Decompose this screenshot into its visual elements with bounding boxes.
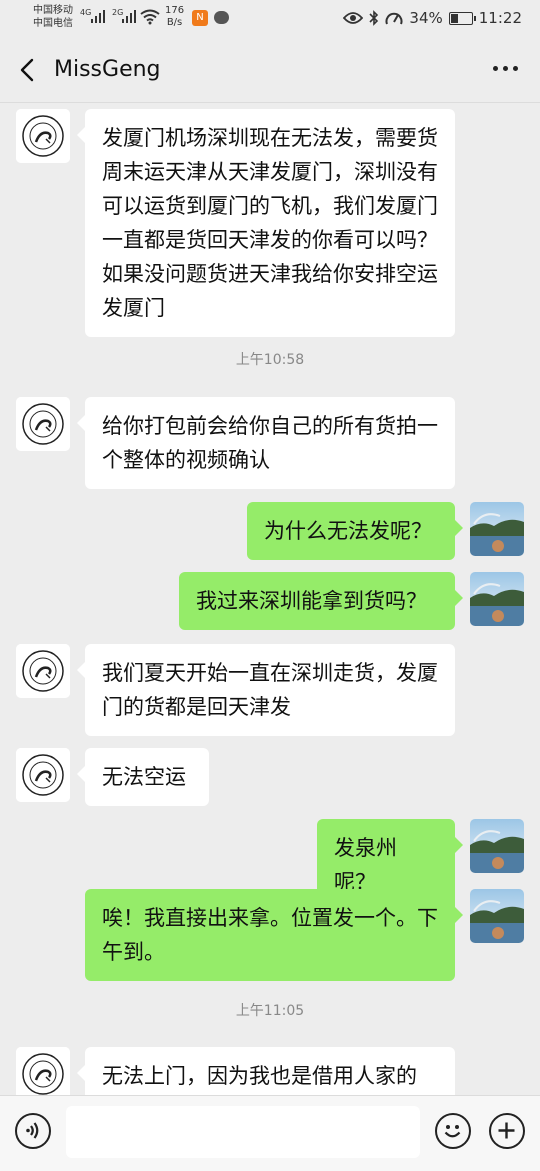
my-avatar[interactable]	[470, 572, 524, 626]
message-bubble[interactable]: 我过来深圳能拿到货吗？	[179, 572, 463, 630]
status-right: 34% 11:22	[343, 9, 522, 27]
chat-header: MissGeng	[0, 38, 540, 103]
network-type-1: 4G	[80, 8, 92, 17]
input-bar	[0, 1095, 540, 1171]
plus-icon	[498, 1122, 515, 1139]
my-avatar[interactable]	[470, 819, 524, 873]
voice-icon	[26, 1122, 39, 1139]
signal-bars-1-icon	[91, 10, 105, 23]
my-avatar[interactable]	[470, 889, 524, 943]
message-bubble[interactable]: 我们夏天开始一直在深圳走货，发厦门的货都是回天津发	[77, 644, 455, 736]
carrier-labels: 中国移动 中国电信	[33, 4, 73, 30]
received-message: 给你打包前会给你自己的所有货拍一个整体的视频确认	[0, 397, 540, 489]
status-bar: 中国移动 中国电信 4G 2G 176 B/s N 34% 11:22	[0, 0, 540, 38]
contact-avatar[interactable]	[16, 397, 70, 451]
received-message: 发厦门机场深圳现在无法发，需要货周末运天津从天津发厦门，深圳没有可以运货到厦门的…	[0, 109, 540, 337]
sent-message: 唉！我直接出来拿。位置发一个。下午到。	[0, 889, 540, 981]
signal-bars-2-icon	[122, 10, 136, 23]
network-speed: 176 B/s	[165, 5, 185, 28]
wifi-icon	[140, 9, 160, 25]
clock: 11:22	[478, 9, 522, 27]
more-functions-button[interactable]	[489, 1113, 525, 1149]
my-avatar[interactable]	[470, 502, 524, 556]
received-message: 无法上门，因为我也是借用人家的	[0, 1047, 540, 1095]
contact-avatar[interactable]	[16, 748, 70, 802]
contact-avatar[interactable]	[16, 1047, 70, 1095]
more-options-icon[interactable]	[493, 66, 518, 71]
message-input[interactable]	[66, 1106, 420, 1158]
message-bubble[interactable]: 无法上门，因为我也是借用人家的	[77, 1047, 455, 1095]
sent-message: 发泉州呢？	[0, 819, 540, 911]
emoji-button[interactable]	[435, 1113, 471, 1149]
carrier-1: 中国移动	[33, 5, 73, 16]
speed-gauge-icon	[385, 12, 403, 25]
received-message: 无法空运	[0, 748, 540, 806]
received-message: 我们夏天开始一直在深圳走货，发厦门的货都是回天津发	[0, 644, 540, 736]
carrier-2: 中国电信	[33, 18, 73, 29]
battery-percent: 34%	[409, 9, 443, 27]
message-bubble[interactable]: 发厦门机场深圳现在无法发，需要货周末运天津从天津发厦门，深圳没有可以运货到厦门的…	[77, 109, 455, 337]
emoji-icon	[444, 1125, 461, 1138]
message-bubble[interactable]: 唉！我直接出来拿。位置发一个。下午到。	[85, 889, 463, 981]
eye-icon	[343, 12, 364, 24]
voice-button[interactable]	[15, 1113, 51, 1149]
chat-messages[interactable]: 发厦门机场深圳现在无法发，需要货周末运天津从天津发厦门，深圳没有可以运货到厦门的…	[0, 103, 540, 1095]
chat-title: MissGeng	[54, 57, 161, 82]
sent-message: 我过来深圳能拿到货吗？	[0, 572, 540, 630]
message-notification-icon	[214, 11, 229, 24]
bluetooth-icon	[369, 10, 379, 26]
contact-avatar[interactable]	[16, 644, 70, 698]
battery-icon	[448, 11, 476, 25]
contact-avatar[interactable]	[16, 109, 70, 163]
timestamp: 上午11:05	[235, 1003, 305, 1019]
message-bubble[interactable]: 无法空运	[77, 748, 209, 806]
sent-message: 为什么无法发呢？	[0, 502, 540, 560]
message-bubble[interactable]: 给你打包前会给你自己的所有货拍一个整体的视频确认	[77, 397, 455, 489]
app-notification-icon: N	[192, 10, 208, 26]
message-bubble[interactable]: 为什么无法发呢？	[247, 502, 463, 560]
timestamp: 上午10:58	[235, 352, 305, 368]
back-arrow-icon[interactable]	[14, 56, 42, 84]
